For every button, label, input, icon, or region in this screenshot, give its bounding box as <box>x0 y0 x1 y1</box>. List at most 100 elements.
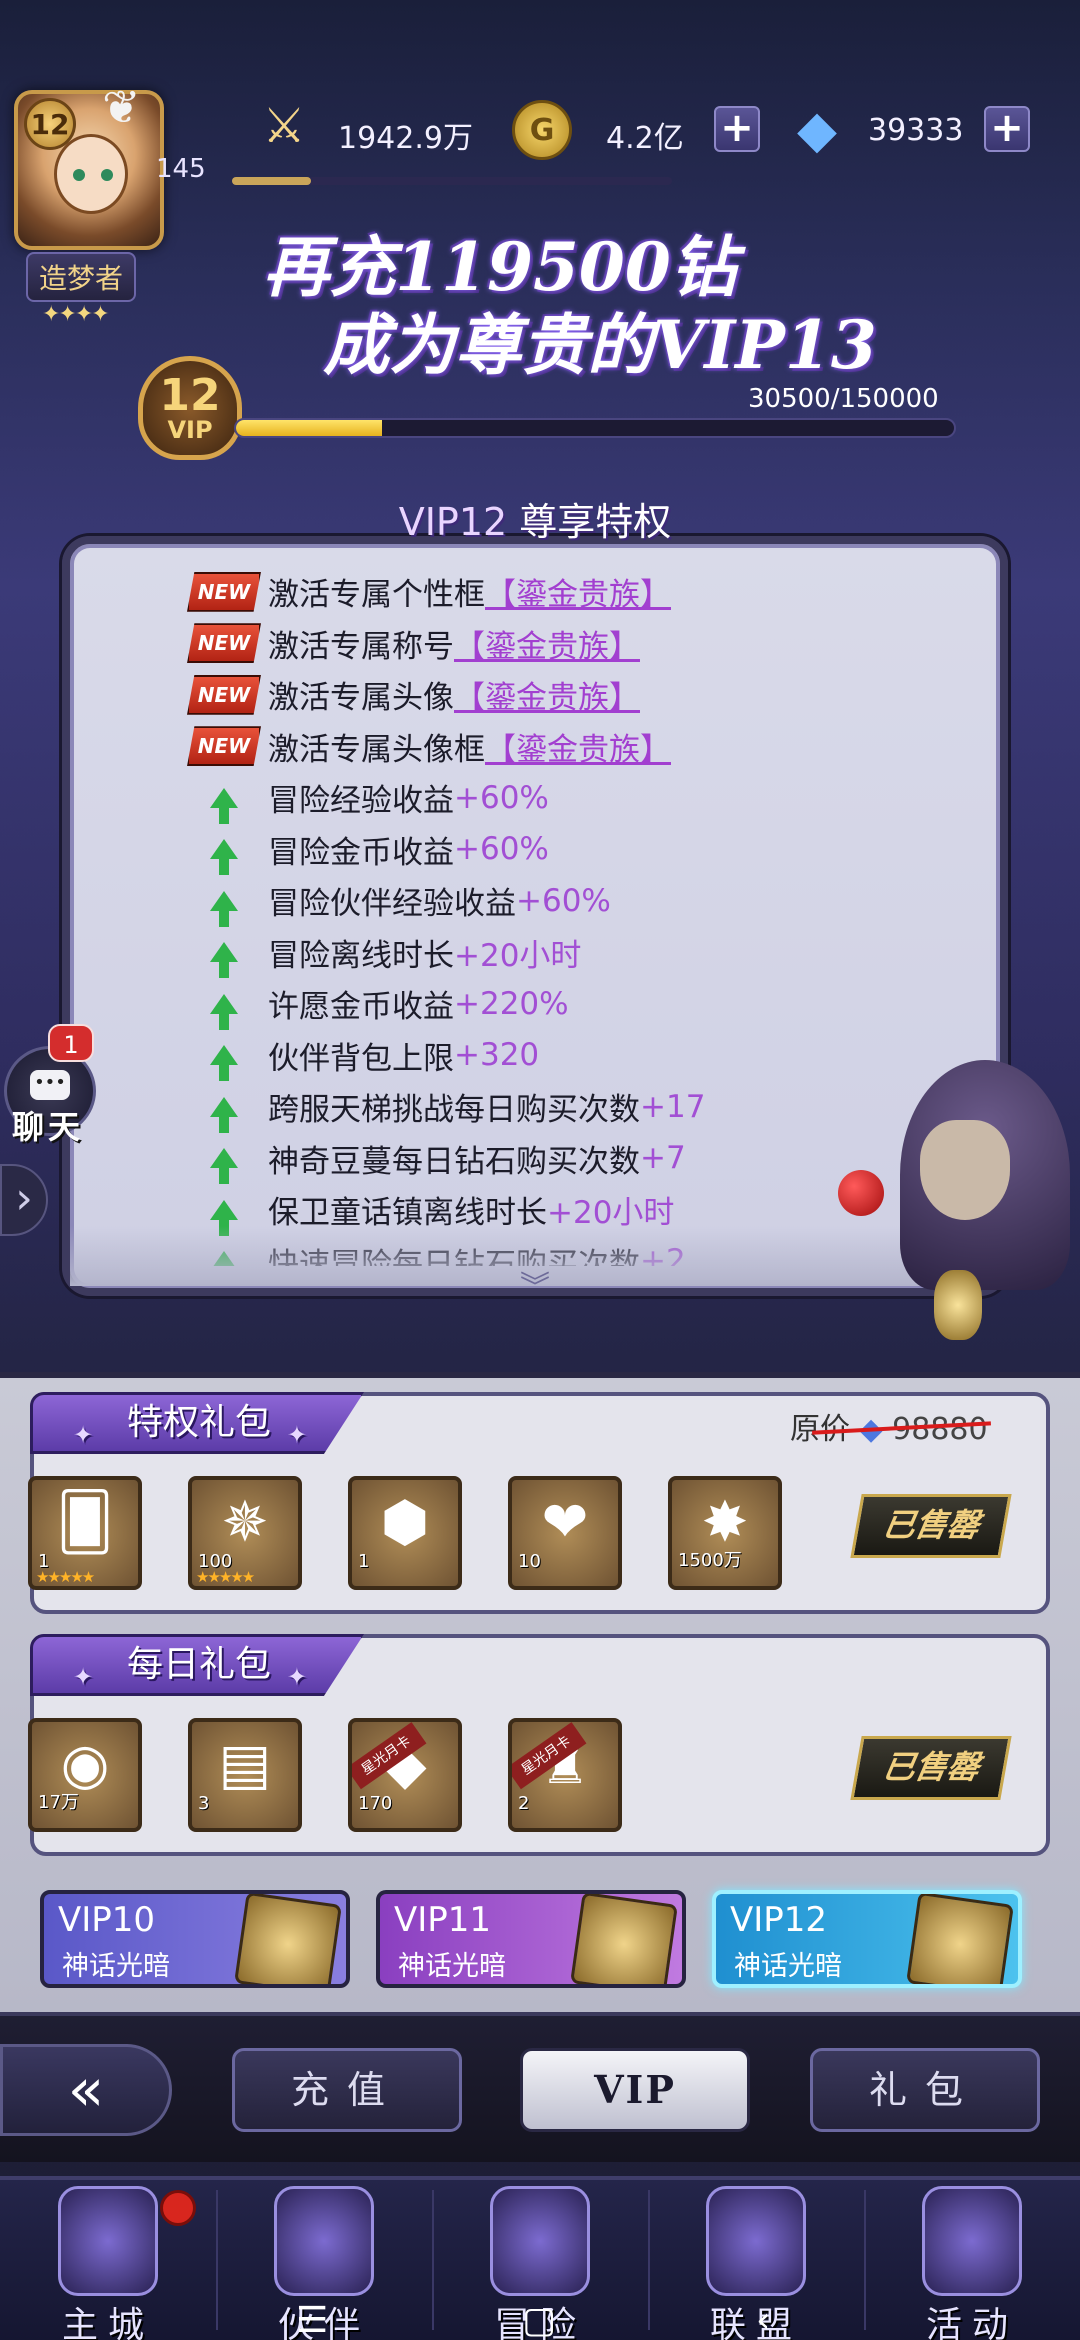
item-quantity: 3 <box>198 1793 210 1814</box>
tab-events[interactable]: 活动 <box>864 2180 1080 2340</box>
vip-tab-12[interactable]: VIP12 神话光暗 <box>712 1890 1022 1988</box>
reward-item[interactable]: ♜ 星光月卡 2 <box>508 1718 622 1832</box>
reward-item[interactable]: ▤ 3 <box>188 1718 302 1832</box>
reward-item[interactable]: ✵ 100 ★★★★★ <box>188 1476 302 1590</box>
privilege-pack-title: ✦ 特权礼包 ✦ <box>30 1392 365 1454</box>
vip-exp-text: 30500/150000 <box>748 384 939 414</box>
hex-coin-icon: ⬢ <box>380 1490 430 1555</box>
reward-item[interactable]: ✸ 1500万 <box>668 1476 782 1590</box>
reward-item[interactable]: ⬢ 1 <box>348 1476 462 1590</box>
privilege-row: 跨服天梯挑战每日购买次数 +17 <box>180 1081 950 1133</box>
card-icon <box>570 1894 678 1984</box>
privilege-pack-items: 🂠 1 ★★★★★ ✵ 100 ★★★★★ ⬢ 1 ❤ 10 ✸ 1500万 <box>28 1476 828 1590</box>
privilege-value: +20小时 <box>454 937 582 974</box>
reward-item[interactable]: ◆ 星光月卡 170 <box>348 1718 462 1832</box>
tab-vip[interactable]: VIP <box>520 2048 750 2132</box>
item-quantity: 10 <box>518 1551 541 1572</box>
diamond-icon: ◆ <box>797 100 837 160</box>
vip-tab-11[interactable]: VIP11 神话光暗 <box>376 1890 686 1988</box>
up-arrow-icon <box>210 942 238 979</box>
eye-icon <box>101 169 113 181</box>
tab-gift[interactable]: 礼包 <box>810 2048 1040 2132</box>
privilege-text: 冒险离线时长 <box>268 937 454 974</box>
new-badge-icon: NEW <box>187 674 261 715</box>
privilege-row: NEW 激活专属头像框 【鎏金贵族】 <box>180 721 950 773</box>
privilege-link[interactable]: 【鎏金贵族】 <box>485 724 671 769</box>
eye-icon <box>73 169 85 181</box>
up-arrow-icon <box>210 890 238 927</box>
menu-icon[interactable]: ☰ <box>296 2300 328 2340</box>
privilege-text: 冒险伙伴经验收益 <box>268 886 516 923</box>
privilege-link[interactable]: 【鎏金贵族】 <box>454 621 640 666</box>
avatar-face <box>54 134 128 214</box>
chevron-right-icon[interactable]: › <box>0 1164 48 1236</box>
privilege-value: +320 <box>454 1037 540 1074</box>
privilege-text: 冒险经验收益 <box>268 783 454 820</box>
up-arrow-icon <box>210 1096 238 1133</box>
privilege-value: +17 <box>640 1088 706 1125</box>
privilege-row: 冒险离线时长 +20小时 <box>180 927 950 979</box>
chevron-down-icon[interactable]: ︾ <box>520 1262 550 1306</box>
reward-item[interactable]: ◉ 17万 <box>28 1718 142 1832</box>
chat-label[interactable]: 聊天 <box>12 1102 84 1148</box>
privilege-row: 冒险经验收益 +60% <box>180 772 950 824</box>
item-quantity: 1500万 <box>678 1550 742 1571</box>
privilege-text: 激活专属个性框 <box>268 577 485 614</box>
privilege-value: +7 <box>640 1140 686 1177</box>
privilege-row: 神奇豆蔓每日钻石购买次数 +7 <box>180 1133 950 1185</box>
new-badge-icon: NEW <box>187 571 261 612</box>
shield-icon: 12 VIP <box>138 356 242 460</box>
back-icon[interactable]: ‹ <box>756 2300 770 2340</box>
up-arrow-icon <box>210 1045 238 1082</box>
reward-item[interactable]: ❤ 10 <box>508 1476 622 1590</box>
castle-icon <box>58 2186 158 2296</box>
privilege-list[interactable]: NEW 激活专属个性框 【鎏金贵族】 NEW 激活专属称号 【鎏金贵族】 NEW 激活专属头像… <box>180 566 950 1266</box>
privilege-text: 伙伴背包上限 <box>268 1040 454 1077</box>
privilege-row: 冒险金币收益 +60% <box>180 824 950 876</box>
up-arrow-icon <box>210 1199 238 1236</box>
reward-item[interactable]: 🂠 1 ★★★★★ <box>28 1476 142 1590</box>
wizard-hat-icon <box>274 2186 374 2296</box>
privilege-panel-title: VIP12 尊享特权 <box>398 500 672 544</box>
card-icon: 🂠 <box>56 1490 114 1555</box>
back-arrow-icon[interactable]: « <box>0 2044 172 2136</box>
privilege-text: 激活专属头像框 <box>268 731 485 768</box>
item-stars: ★★★★★ <box>36 1568 95 1586</box>
privilege-text: 跨服天梯挑战每日购买次数 <box>268 1092 640 1129</box>
up-arrow-icon <box>210 787 238 824</box>
privilege-row: NEW 激活专属称号 【鎏金贵族】 <box>180 618 950 670</box>
compass-icon: ✵ <box>221 1490 269 1555</box>
item-quantity: 2 <box>518 1793 530 1814</box>
hex-coin-icon <box>234 1894 342 1984</box>
player-sub-number: 145 <box>156 154 206 184</box>
privilege-text: 神奇豆蔓每日钻石购买次数 <box>268 1143 640 1180</box>
chat-unread-badge: 1 <box>48 1024 94 1062</box>
privilege-text: 激活专属头像 <box>268 680 454 717</box>
privilege-text: 许愿金币收益 <box>268 989 454 1026</box>
power-bar <box>232 177 672 185</box>
new-badge-icon: NEW <box>187 623 261 664</box>
privilege-text: 冒险金币收益 <box>268 834 454 871</box>
gold-value: 4.2亿 <box>606 121 684 156</box>
tab-recharge[interactable]: 充值 <box>232 2048 462 2132</box>
add-gold-button[interactable]: + <box>714 106 760 152</box>
vip-tab-10[interactable]: VIP10 神话光暗 <box>40 1890 350 1988</box>
item-quantity: 170 <box>358 1793 393 1814</box>
add-diamond-button[interactable]: + <box>984 106 1030 152</box>
privilege-value: +60% <box>516 882 611 919</box>
up-arrow-icon <box>210 839 238 876</box>
sword-power-icon: ⚔ <box>262 98 306 154</box>
vip-exp-fill <box>236 420 382 436</box>
privilege-text: 激活专属称号 <box>268 628 454 665</box>
diamond-value: 39333 <box>868 113 964 148</box>
power-value: 1942.9万 <box>338 121 473 156</box>
privilege-row: NEW 激活专属个性框 【鎏金贵族】 <box>180 566 950 618</box>
privilege-row: NEW 激活专属头像 【鎏金贵族】 <box>180 669 950 721</box>
notification-dot <box>160 2190 196 2226</box>
privilege-pack-sold-out: 已售罄 <box>850 1494 1012 1558</box>
privilege-link[interactable]: 【鎏金贵族】 <box>454 672 640 717</box>
up-arrow-icon <box>210 993 238 1030</box>
home-icon[interactable]: ▢ <box>522 2300 556 2340</box>
shield-crest-icon <box>706 2186 806 2296</box>
privilege-link[interactable]: 【鎏金贵族】 <box>485 569 671 614</box>
